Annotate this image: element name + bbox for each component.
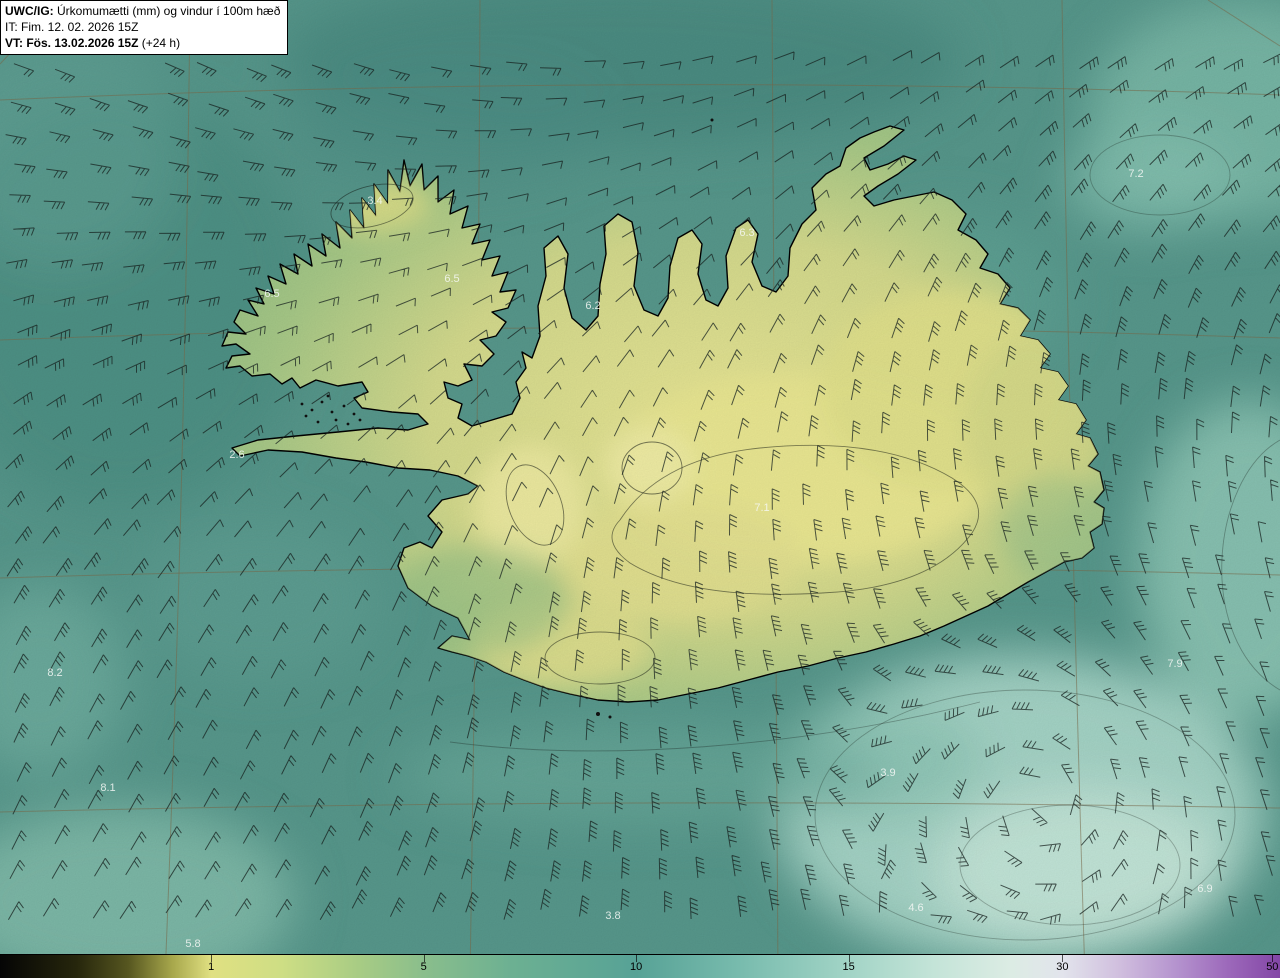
map-value-label: 2.6 — [229, 449, 244, 461]
colorbar-tick-label: 30 — [1056, 960, 1069, 973]
map-value-label: 5.8 — [185, 938, 200, 950]
map-value-label: 6.2 — [585, 300, 600, 312]
colorbar-tick-label: 10 — [630, 960, 643, 973]
colorbar-tick-label: 5 — [420, 960, 427, 973]
map-value-label: 4.6 — [908, 902, 923, 914]
valid-offset: (+24 h) — [141, 36, 181, 51]
colorbar: 1 5 10 15 30 50 — [0, 954, 1280, 978]
model-label: UWC/IG: — [5, 4, 54, 18]
map-value-label: 6.5 — [264, 288, 279, 300]
map-value-label: 6.3 — [739, 227, 754, 239]
map-value-label: 6.5 — [444, 273, 459, 285]
map-value-label: 3.8 — [605, 910, 620, 922]
colorbar-tick-label: 1 — [208, 960, 215, 973]
grain-texture — [0, 0, 1280, 978]
map-value-label: 8.1 — [100, 782, 115, 794]
map-legend-box: UWC/IG: Úrkomumætti (mm) og vindur í 100… — [0, 0, 289, 56]
legend-line-valid: VT: Fös. 13.02.2026 15Z (+24 h) — [5, 35, 280, 51]
map-canvas: 3.4 6.5 6.5 6.2 6.3 7.2 2.6 7.1 8.2 7.9 8.1 3.9 3.8 4… — [0, 0, 1280, 978]
map-value-label: 3.9 — [880, 767, 895, 779]
colorbar-tick-label: 15 — [842, 960, 855, 973]
map-value-label: 7.9 — [1167, 658, 1182, 670]
valid-time: VT: Fös. 13.02.2026 15Z — [5, 36, 139, 51]
map-value-label: 8.2 — [47, 667, 62, 679]
map-value-label: 7.2 — [1128, 168, 1143, 180]
map-value-label: 6.9 — [1197, 883, 1212, 895]
colorbar-tick-label: 50 — [1266, 960, 1279, 973]
weather-map-page: 3.4 6.5 6.5 6.2 6.3 7.2 2.6 7.1 8.2 7.9 8.1 3.9 3.8 4… — [0, 0, 1280, 978]
init-time: IT: Fim. 12. 02. 2026 15Z — [5, 20, 139, 35]
map-value-label: 3.4 — [367, 195, 382, 207]
legend-line-title: UWC/IG: Úrkomumætti (mm) og vindur í 100… — [5, 3, 280, 19]
map-title: Úrkomumætti (mm) og vindur í 100m hæð — [57, 4, 281, 18]
map-value-label: 7.1 — [754, 502, 769, 514]
